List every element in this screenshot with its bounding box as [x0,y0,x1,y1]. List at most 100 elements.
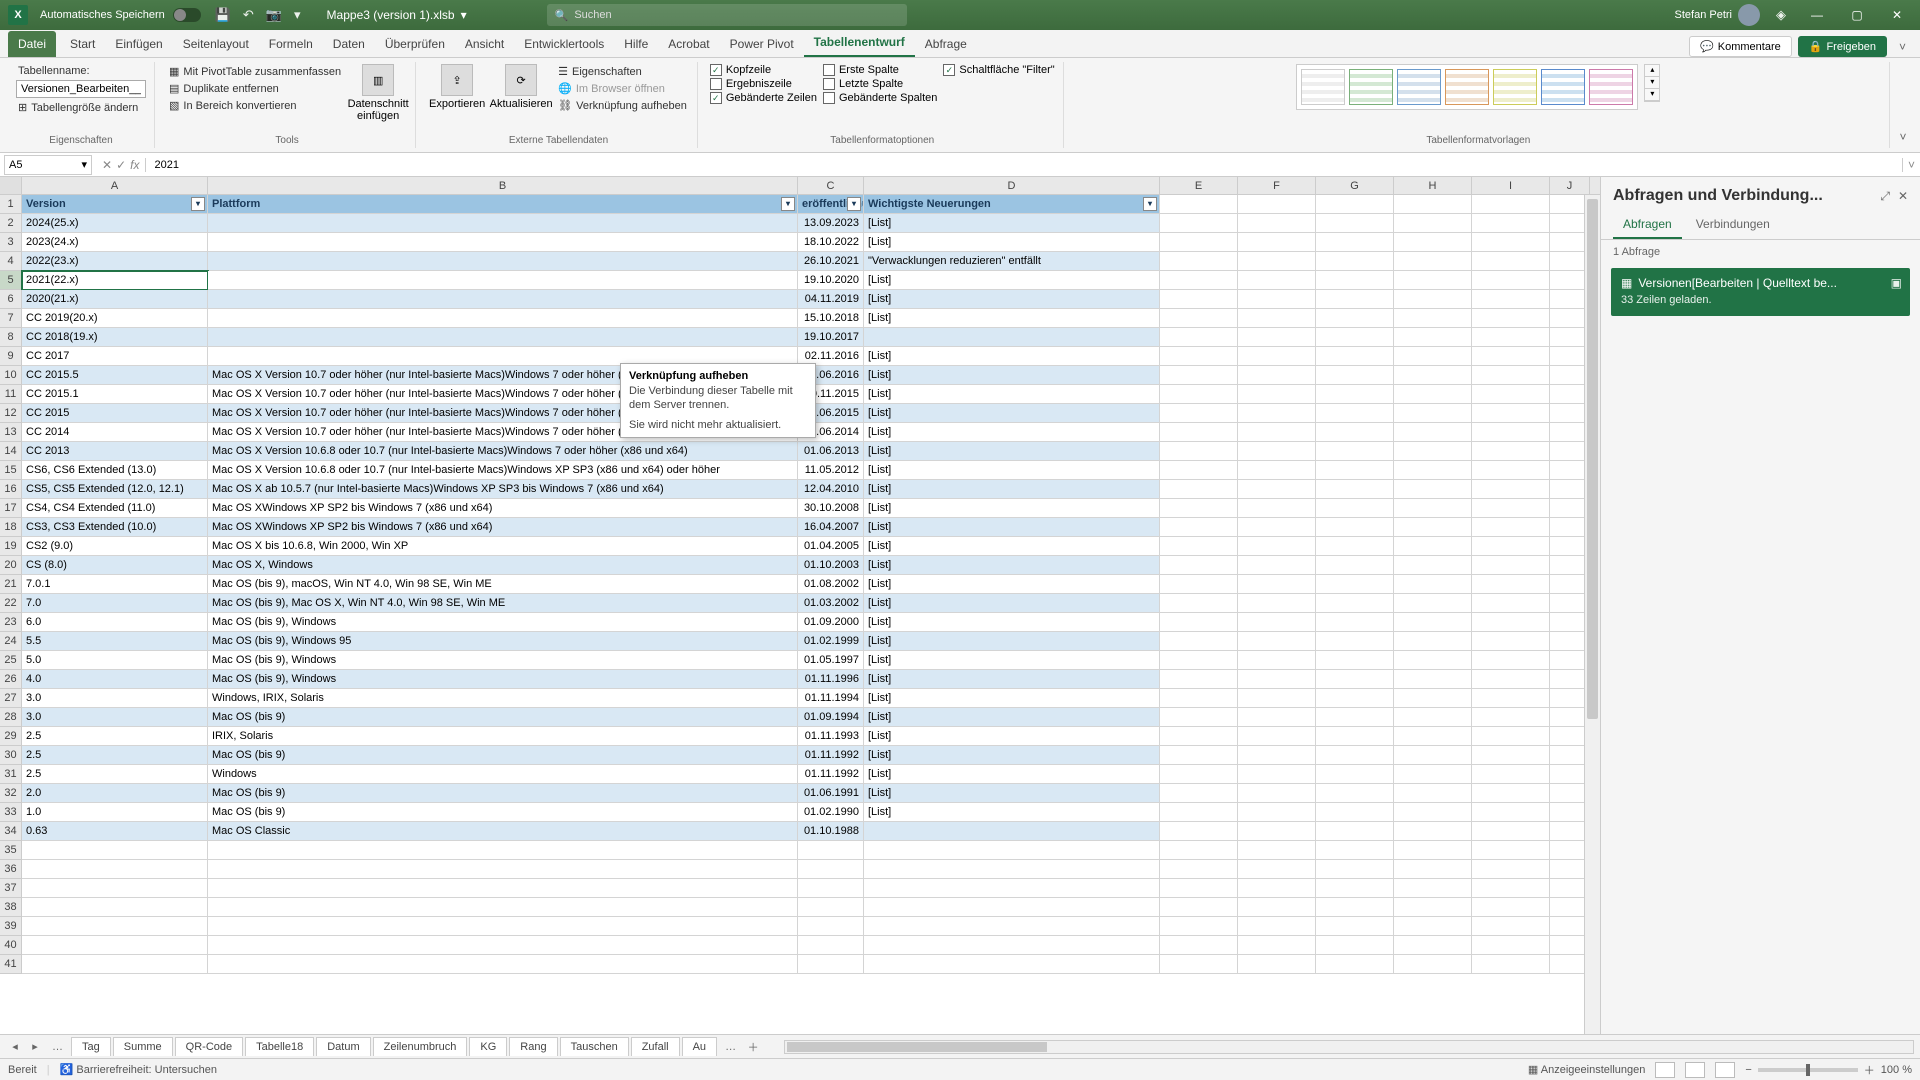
cell[interactable]: 15.10.2018 [798,309,864,328]
header-date[interactable]: eröffentlichung▾ [798,195,864,214]
cell[interactable]: Mac OS Classic [208,822,798,841]
row-header[interactable]: 25 [0,651,22,670]
cell[interactable]: IRIX, Solaris [208,727,798,746]
header-version[interactable]: Version▾ [22,195,208,214]
view-pagebreak-icon[interactable] [1715,1062,1735,1078]
filter-icon[interactable]: ▾ [1143,197,1157,211]
close-button[interactable]: ✕ [1882,8,1912,22]
filter-icon[interactable]: ▾ [847,197,861,211]
cell[interactable]: [List] [864,404,1160,423]
col-header[interactable]: J [1550,177,1590,194]
table-styles-gallery[interactable] [1296,64,1638,110]
cell[interactable]: Mac OS X Version 10.6.8 oder 10.7 (nur I… [208,442,798,461]
chk-banded-rows[interactable]: ✓Gebänderte Zeilen [710,92,817,104]
zoom-level[interactable]: 100 % [1881,1064,1912,1076]
autosave-toggle[interactable] [173,8,201,22]
ribbon-options-icon[interactable]: ˅ [1894,130,1912,148]
row-header[interactable]: 22 [0,594,22,613]
cell[interactable]: 12.04.2010 [798,480,864,499]
tab-hilfe[interactable]: Hilfe [614,31,658,57]
sheet-tab[interactable]: Zeilenumbruch [373,1037,468,1056]
cell[interactable]: 2020(21.x) [22,290,208,309]
chk-last-col[interactable]: Letzte Spalte [823,78,937,90]
style-swatch[interactable] [1589,69,1633,105]
cell[interactable]: 2.5 [22,727,208,746]
unlink-button[interactable]: ⛓ Verknüpfung aufheben [556,98,689,113]
row-header[interactable]: 37 [0,879,22,898]
row-header[interactable]: 10 [0,366,22,385]
cell[interactable] [864,822,1160,841]
properties-button[interactable]: ☰ Eigenschaften [556,64,689,79]
cell[interactable]: CS3, CS3 Extended (10.0) [22,518,208,537]
row-header[interactable]: 31 [0,765,22,784]
sheet-tab[interactable]: KG [469,1037,507,1056]
sheet-tab[interactable]: Tag [71,1037,111,1056]
row-header[interactable]: 5 [0,271,22,290]
row-header[interactable]: 41 [0,955,22,974]
chk-filter[interactable]: ✓Schaltfläche "Filter" [943,64,1054,76]
cell[interactable]: [List] [864,689,1160,708]
cell[interactable] [864,328,1160,347]
zoom-in-icon[interactable]: ＋ [1864,1062,1875,1078]
row-header[interactable]: 24 [0,632,22,651]
cell[interactable]: Mac OS (bis 9), Windows [208,670,798,689]
cell[interactable]: 2.0 [22,784,208,803]
cell[interactable] [208,252,798,271]
cell[interactable]: 01.11.1996 [798,670,864,689]
cell[interactable]: [List] [864,518,1160,537]
tab-entwicklertools[interactable]: Entwicklertools [514,31,614,57]
chk-first-col[interactable]: Erste Spalte [823,64,937,76]
comments-button[interactable]: 💬 Kommentare [1689,36,1792,57]
cell[interactable]: [List] [864,442,1160,461]
cell[interactable]: 01.11.1993 [798,727,864,746]
cell[interactable]: CS6, CS6 Extended (13.0) [22,461,208,480]
cell[interactable]: CS (8.0) [22,556,208,575]
cell[interactable]: 01.02.1990 [798,803,864,822]
cell[interactable]: 01.10.1988 [798,822,864,841]
sheet-tab[interactable]: Datum [316,1037,370,1056]
tab-tabellenentwurf[interactable]: Tabellenentwurf [804,29,915,57]
cell[interactable]: [List] [864,347,1160,366]
style-swatch[interactable] [1349,69,1393,105]
cell[interactable]: CS2 (9.0) [22,537,208,556]
pane-expand-icon[interactable]: ⤢ [1880,189,1890,204]
cell[interactable]: CC 2018(19.x) [22,328,208,347]
cell[interactable]: "Verwacklungen reduzieren" entfällt [864,252,1160,271]
remove-duplicates[interactable]: ▤ Duplikate entfernen [167,81,343,96]
row-header[interactable]: 23 [0,613,22,632]
cell[interactable]: CC 2017 [22,347,208,366]
cell[interactable]: [List] [864,499,1160,518]
cell[interactable]: 01.09.1994 [798,708,864,727]
cell[interactable]: 13.09.2023 [798,214,864,233]
cell[interactable] [208,309,798,328]
formula-input[interactable]: 2021 [146,159,1902,171]
cell[interactable]: [List] [864,651,1160,670]
cell[interactable]: [List] [864,727,1160,746]
cell[interactable]: 19.10.2020 [798,271,864,290]
refresh-button[interactable]: ⟳Aktualisieren [492,64,550,110]
cell[interactable]: Mac OS X ab 10.5.7 (nur Intel-basierte M… [208,480,798,499]
display-settings[interactable]: ▦ Anzeigeeinstellungen [1528,1063,1645,1076]
cell[interactable]: CC 2015.5 [22,366,208,385]
row-header[interactable]: 1 [0,195,22,214]
row-header[interactable]: 9 [0,347,22,366]
row-header[interactable]: 7 [0,309,22,328]
cell[interactable]: 3.0 [22,708,208,727]
cell[interactable]: [List] [864,784,1160,803]
row-header[interactable]: 11 [0,385,22,404]
undo-icon[interactable]: ↶ [243,7,254,23]
cancel-fx-icon[interactable]: ✕ [102,158,112,172]
row-header[interactable]: 19 [0,537,22,556]
cell[interactable]: 2021(22.x) [22,271,208,290]
cell[interactable]: [List] [864,708,1160,727]
row-header[interactable]: 21 [0,575,22,594]
col-header[interactable]: I [1472,177,1550,194]
cell[interactable]: Mac OS (bis 9), Mac OS X, Win NT 4.0, Wi… [208,594,798,613]
camera-icon[interactable]: 📷 [266,7,282,23]
cell[interactable]: 16.04.2007 [798,518,864,537]
sheet-add-icon[interactable]: ＋ [744,1039,762,1055]
qat-more-icon[interactable]: ▾ [294,7,301,23]
cell[interactable]: [List] [864,765,1160,784]
style-swatch[interactable] [1493,69,1537,105]
style-swatch[interactable] [1397,69,1441,105]
